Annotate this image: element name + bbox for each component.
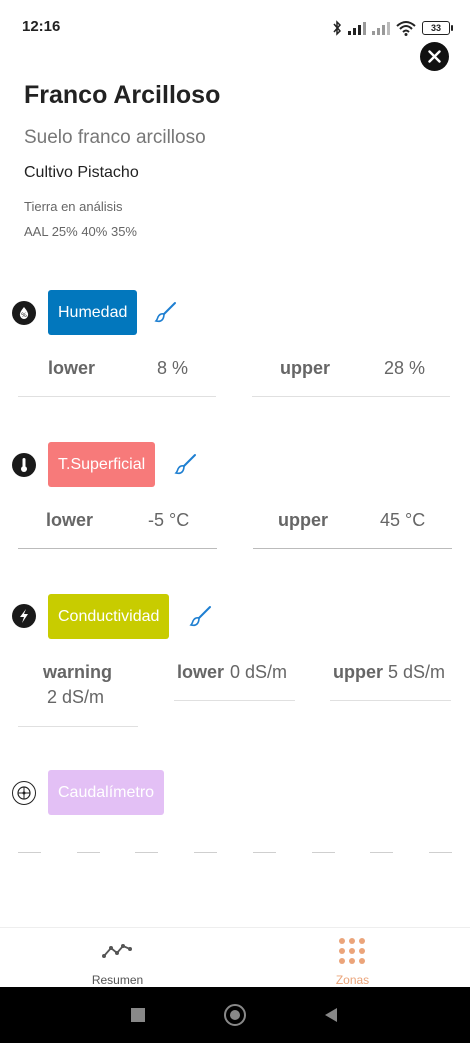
humedad-tag[interactable]: Humedad xyxy=(48,290,138,335)
back-button[interactable] xyxy=(324,1007,338,1023)
analysis-status: Tierra en análisis xyxy=(24,199,123,214)
battery-level: 33 xyxy=(430,23,441,33)
placeholder-dash xyxy=(135,852,158,853)
humedad-upper-value[interactable]: 28 % xyxy=(384,358,425,379)
placeholder-dash xyxy=(18,852,41,853)
status-bar: 12:16 33 xyxy=(0,0,470,56)
placeholder-dash xyxy=(312,852,335,853)
humedad-upper-underline xyxy=(252,396,450,397)
humedad-lower-label: lower xyxy=(48,358,96,378)
tsuperficial-upper-underline xyxy=(253,548,452,549)
line-chart-icon xyxy=(102,944,132,958)
signal-icon xyxy=(348,22,366,35)
wifi-icon xyxy=(396,21,416,36)
close-button[interactable] xyxy=(420,42,449,71)
placeholder-dash xyxy=(77,852,100,853)
tsuperficial-lower-underline xyxy=(18,548,217,549)
brush-icon[interactable] xyxy=(189,604,213,628)
status-icons: 33 xyxy=(332,18,453,38)
home-dot xyxy=(230,1010,240,1020)
placeholder-dash xyxy=(429,852,452,853)
conductividad-lower-label: lower xyxy=(177,662,225,682)
nav-resumen-label: Resumen xyxy=(91,973,144,987)
nav-resumen[interactable]: Resumen xyxy=(0,928,235,988)
grid-dots-icon xyxy=(339,938,365,964)
recents-button[interactable] xyxy=(131,1008,145,1022)
flowmeter-icon xyxy=(12,781,36,805)
home-button[interactable] xyxy=(224,1004,246,1026)
humedad-lower-underline xyxy=(18,396,216,397)
tsuperficial-upper-label: upper xyxy=(278,510,329,530)
humedad-lower-value[interactable]: 8 % xyxy=(157,358,188,379)
conductividad-upper-value[interactable]: 5 dS/m xyxy=(388,662,445,683)
conductividad-tag[interactable]: Conductividad xyxy=(48,594,170,639)
conductividad-upper-label: upper xyxy=(333,662,384,682)
brush-icon[interactable] xyxy=(174,452,198,476)
tsuperficial-lower-label: lower xyxy=(46,510,94,530)
placeholder-dash xyxy=(253,852,276,853)
placeholder-dash xyxy=(194,852,217,853)
svg-text:%: % xyxy=(21,312,27,319)
nav-zonas-label: Zonas xyxy=(335,973,370,987)
crop-name: Cultivo Pistacho xyxy=(24,164,139,181)
caudalimetro-tag[interactable]: Caudalímetro xyxy=(48,770,165,815)
tsuperficial-lower-value[interactable]: -5 °C xyxy=(148,510,189,531)
conductividad-warning-value[interactable]: 2 dS/m xyxy=(47,687,104,708)
conductividad-warning-underline xyxy=(18,726,138,727)
conductividad-lower-underline xyxy=(174,700,295,701)
conductividad-upper-underline xyxy=(330,700,451,701)
placeholder-dash xyxy=(370,852,393,853)
humedad-upper-label: upper xyxy=(280,358,331,378)
soil-composition: AAL 25% 40% 35% xyxy=(24,224,137,239)
soil-subtitle: Suelo franco arcilloso xyxy=(24,127,206,148)
signal-2-icon xyxy=(372,22,390,35)
system-nav-bar xyxy=(0,987,470,1043)
thermometer-icon xyxy=(12,453,36,477)
status-time: 12:16 xyxy=(22,18,61,35)
conductividad-warning-label: warning xyxy=(43,662,113,682)
bottom-navigation: Resumen Zonas xyxy=(0,927,470,987)
nav-zonas[interactable]: Zonas xyxy=(235,928,470,988)
conductividad-lower-value[interactable]: 0 dS/m xyxy=(230,662,287,683)
page-title: Franco Arcilloso xyxy=(24,81,221,109)
close-icon xyxy=(428,50,441,63)
humidity-drop-icon: % xyxy=(12,301,36,325)
bluetooth-icon xyxy=(333,20,342,36)
tsuperficial-upper-value[interactable]: 45 °C xyxy=(380,510,425,531)
tsuperficial-tag[interactable]: T.Superficial xyxy=(48,442,156,487)
lightning-icon xyxy=(12,604,36,628)
battery-icon: 33 xyxy=(422,21,453,35)
brush-icon[interactable] xyxy=(154,300,178,324)
